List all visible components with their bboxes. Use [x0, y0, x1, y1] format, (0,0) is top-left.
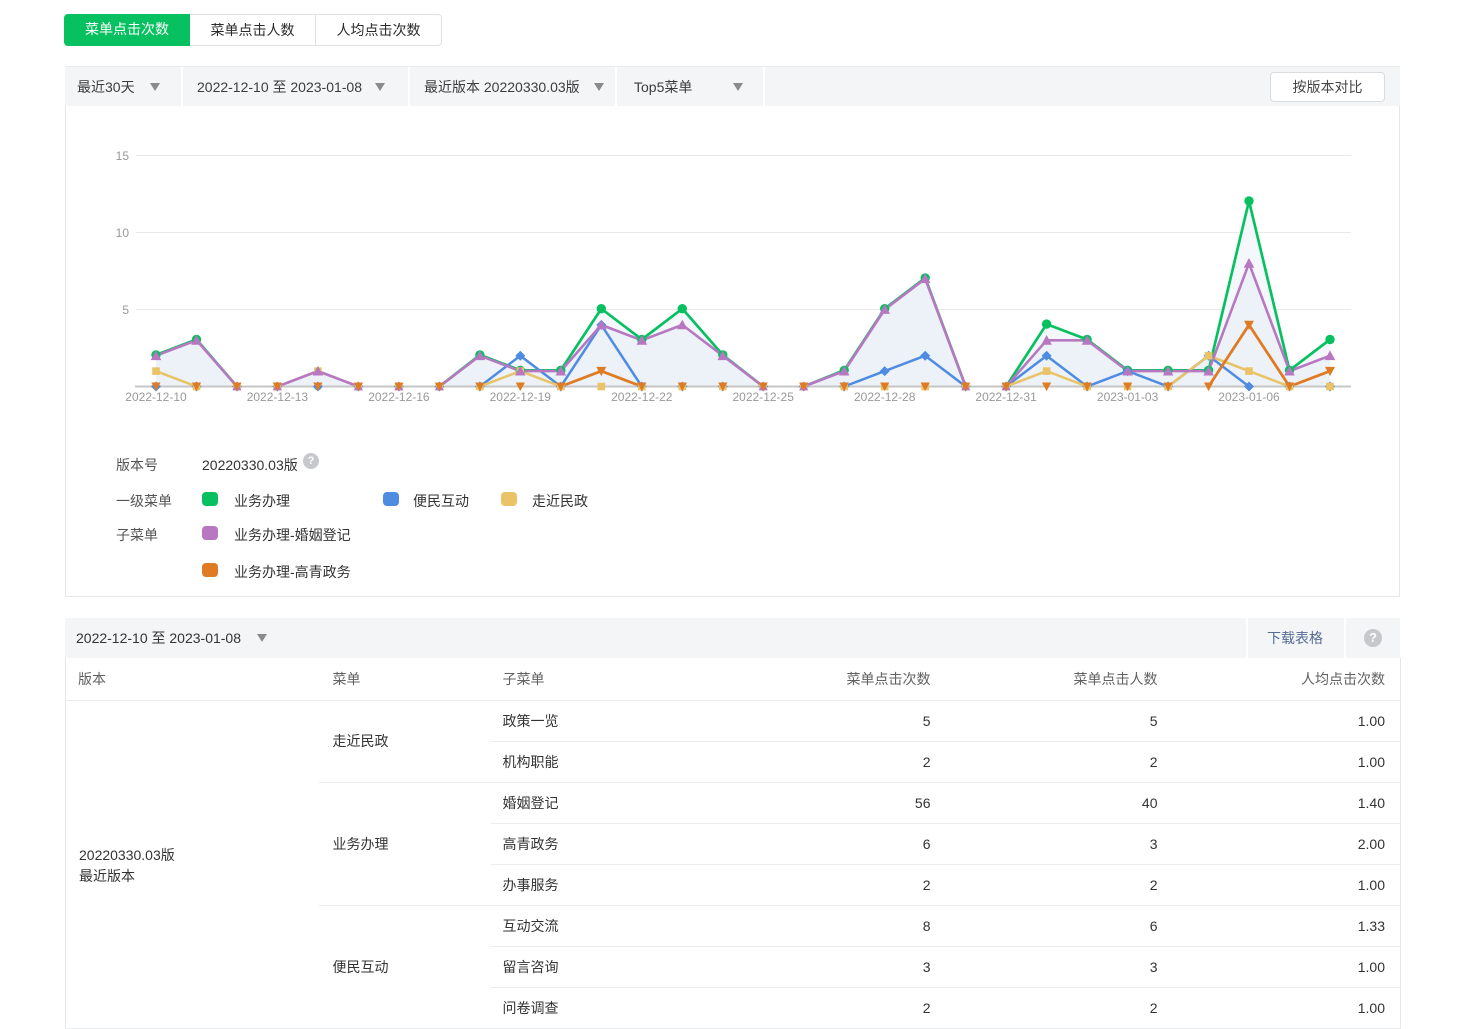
svg-text:2022-12-16: 2022-12-16: [368, 390, 430, 404]
svg-text:2023-01-06: 2023-01-06: [1218, 390, 1280, 404]
svg-text:2022-12-10: 2022-12-10: [125, 390, 187, 404]
svg-text:2022-12-28: 2022-12-28: [854, 390, 916, 404]
svg-text:5: 5: [122, 303, 129, 317]
svg-text:2022-12-19: 2022-12-19: [490, 390, 552, 404]
svg-text:2022-12-25: 2022-12-25: [733, 390, 795, 404]
svg-text:15: 15: [116, 149, 130, 163]
svg-text:2022-12-13: 2022-12-13: [247, 390, 309, 404]
svg-text:2022-12-31: 2022-12-31: [975, 390, 1037, 404]
svg-text:2022-12-22: 2022-12-22: [611, 390, 673, 404]
svg-text:2023-01-03: 2023-01-03: [1097, 390, 1159, 404]
svg-text:10: 10: [116, 226, 130, 240]
